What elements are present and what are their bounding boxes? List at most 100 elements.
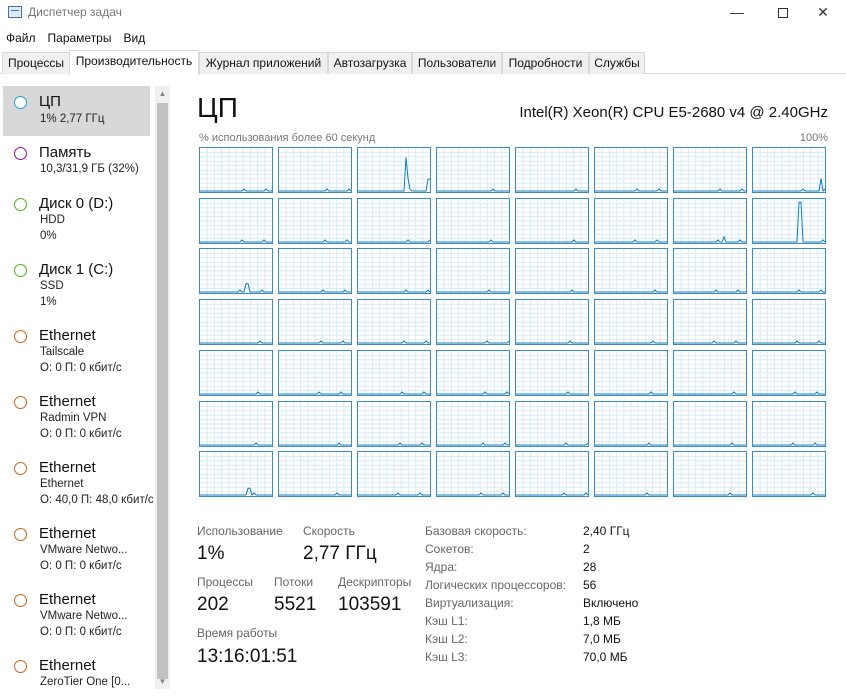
sidebar-item-ethernet-tailscale[interactable]: Ethernet Tailscale О: 0 П: 0 кбит/с xyxy=(3,323,150,385)
memory-indicator-icon xyxy=(14,147,27,160)
sidebar-item-value: О: 0 П: 0 кбит/с xyxy=(40,560,122,572)
core-graph-svg xyxy=(279,452,351,496)
core-graph xyxy=(199,198,273,244)
core-graph xyxy=(752,451,826,497)
cpu-model-name: Intel(R) Xeon(R) CPU E5-2680 v4 @ 2.40GH… xyxy=(519,104,828,121)
core-graph-svg xyxy=(595,351,667,395)
tab-services[interactable]: Службы xyxy=(589,52,645,74)
core-graph-svg xyxy=(358,199,430,243)
tab-performance[interactable]: Производительность xyxy=(69,50,199,75)
sidebar-item-detail: VMware Netwo... xyxy=(40,544,128,556)
sidebar-item-title: ЦП xyxy=(39,93,61,110)
menu-file[interactable]: Файл xyxy=(0,28,42,48)
core-graph-svg xyxy=(437,148,509,192)
core-graph xyxy=(436,451,510,497)
core-graph-svg xyxy=(595,402,667,446)
core-graph-svg xyxy=(516,351,588,395)
menu-view[interactable]: Вид xyxy=(117,28,151,48)
core-graph xyxy=(752,350,826,396)
sidebar-item-title: Диск 0 (D:) xyxy=(39,195,114,212)
core-graph xyxy=(673,350,747,396)
sidebar-item-value: 0% xyxy=(40,230,57,242)
core-graph xyxy=(594,248,668,294)
scrollbar-thumb[interactable] xyxy=(157,103,168,679)
sidebar-item-ethernet-zerotier[interactable]: Ethernet ZeroTier One [0... xyxy=(3,653,150,699)
core-graph-svg xyxy=(200,452,272,496)
scroll-down-icon[interactable]: ▼ xyxy=(155,674,170,689)
core-graph xyxy=(673,198,747,244)
core-graph-svg xyxy=(358,300,430,344)
sidebar-item-ethernet-main[interactable]: Ethernet Ethernet О: 40,0 П: 48,0 кбит/с xyxy=(3,455,154,517)
speed-label: Скорость xyxy=(303,524,355,538)
l2-cache-label: Кэш L2: xyxy=(425,632,468,646)
core-graph-svg xyxy=(595,199,667,243)
tab-startup[interactable]: Автозагрузка xyxy=(328,52,412,74)
usage-value: 1% xyxy=(197,543,225,564)
core-graph-svg xyxy=(358,148,430,192)
tab-details[interactable]: Подробности xyxy=(502,52,589,74)
sockets-label: Сокетов: xyxy=(425,542,474,556)
processes-label: Процессы xyxy=(197,575,254,589)
disk-indicator-icon xyxy=(14,264,27,277)
ethernet-indicator-icon xyxy=(14,462,27,475)
sidebar-item-ethernet-vmware-1[interactable]: Ethernet VMware Netwo... О: 0 П: 0 кбит/… xyxy=(3,521,150,583)
sidebar-item-detail: Radmin VPN xyxy=(40,412,107,424)
core-graph-svg xyxy=(279,300,351,344)
core-graph xyxy=(752,401,826,447)
sidebar-item-title: Ethernet xyxy=(39,459,96,476)
core-graph xyxy=(594,401,668,447)
scroll-up-icon[interactable]: ▲ xyxy=(155,86,170,101)
cpu-indicator-icon xyxy=(14,96,27,109)
sidebar-item-disk-0[interactable]: Диск 0 (D:) HDD 0% xyxy=(3,191,150,253)
core-graph xyxy=(515,147,589,193)
core-graph-svg xyxy=(279,199,351,243)
core-graph xyxy=(436,401,510,447)
core-graph-svg xyxy=(753,249,825,293)
cores-value: 28 xyxy=(583,560,597,574)
core-graph-svg xyxy=(437,249,509,293)
resource-sidebar: ЦП 1% 2,77 ГГц Память 10,3/31,9 ГБ (32%)… xyxy=(0,83,172,699)
logical-processors-label: Логических процессоров: xyxy=(425,578,566,592)
sidebar-item-ethernet-radmin[interactable]: Ethernet Radmin VPN О: 0 П: 0 кбит/с xyxy=(3,389,150,451)
sidebar-item-value: О: 40,0 П: 48,0 кбит/с xyxy=(40,494,154,506)
usage-label: Использование xyxy=(197,524,283,538)
sidebar-item-title: Память xyxy=(39,144,92,161)
sidebar-scrollbar[interactable]: ▲ ▼ xyxy=(155,86,170,689)
sidebar-item-title: Ethernet xyxy=(39,393,96,410)
sidebar-item-cpu[interactable]: ЦП 1% 2,77 ГГц xyxy=(3,86,150,136)
l3-cache-label: Кэш L3: xyxy=(425,650,468,664)
sidebar-item-disk-1[interactable]: Диск 1 (C:) SSD 1% xyxy=(3,257,150,319)
core-graph-svg xyxy=(279,351,351,395)
tab-app-history[interactable]: Журнал приложений xyxy=(199,52,328,74)
tab-users[interactable]: Пользователи xyxy=(412,52,502,74)
sidebar-item-title: Диск 1 (C:) xyxy=(39,261,114,278)
core-graph-svg xyxy=(358,452,430,496)
sidebar-item-detail: Ethernet xyxy=(40,478,84,490)
core-graph xyxy=(357,451,431,497)
core-graph xyxy=(594,299,668,345)
core-graph-svg xyxy=(674,249,746,293)
core-graph-svg xyxy=(516,452,588,496)
page-title: ЦП xyxy=(197,92,238,123)
core-graph xyxy=(594,451,668,497)
core-graph-svg xyxy=(595,452,667,496)
sidebar-item-ethernet-vmware-2[interactable]: Ethernet VMware Netwo... О: 0 П: 0 кбит/… xyxy=(3,587,150,649)
core-graph xyxy=(673,248,747,294)
sidebar-item-memory[interactable]: Память 10,3/31,9 ГБ (32%) xyxy=(3,140,150,188)
core-graph-svg xyxy=(200,249,272,293)
tab-processes[interactable]: Процессы xyxy=(2,52,70,74)
core-graph-svg xyxy=(674,148,746,192)
menu-options[interactable]: Параметры xyxy=(42,28,118,48)
uptime-label: Время работы xyxy=(197,626,278,640)
core-graph-svg xyxy=(595,148,667,192)
minimize-button[interactable]: — xyxy=(714,0,760,26)
sidebar-item-title: Ethernet xyxy=(39,327,96,344)
core-graph xyxy=(515,198,589,244)
close-button[interactable]: ✕ xyxy=(800,0,846,26)
ethernet-indicator-icon xyxy=(14,330,27,343)
handles-label: Дескрипторы xyxy=(338,575,412,589)
core-graph xyxy=(515,350,589,396)
l3-cache-value: 70,0 МБ xyxy=(583,650,628,664)
handles-value: 103591 xyxy=(338,594,402,615)
core-graph xyxy=(515,248,589,294)
